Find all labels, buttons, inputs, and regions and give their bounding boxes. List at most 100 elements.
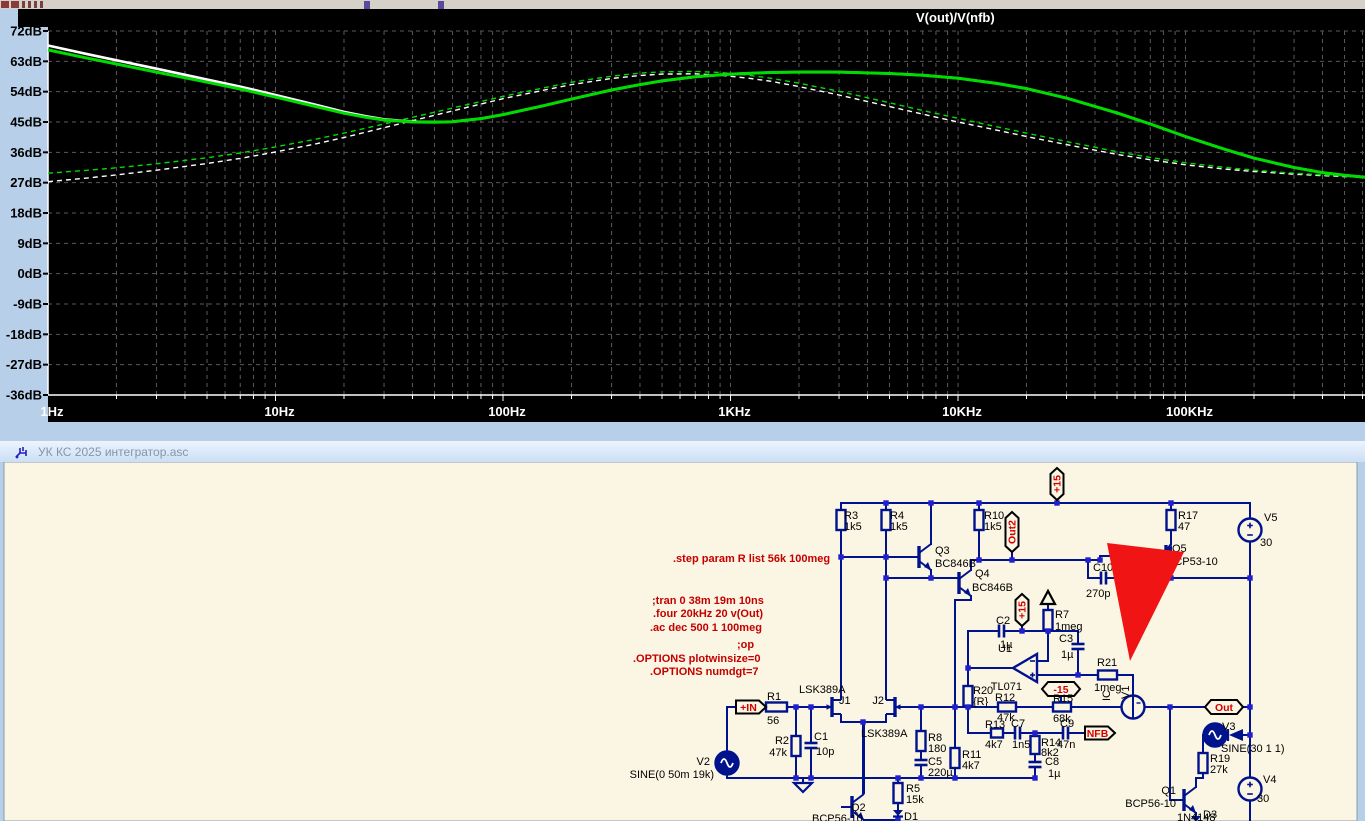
junction-dot [808,775,814,781]
y-tick-label: -27dB [6,357,42,372]
spice-directive[interactable]: .OPTIONS plotwinsize=0 [633,653,760,665]
junction-dot [883,500,889,506]
x-tick-label: 100Hz [488,404,526,419]
y-tick-label: 72dB [10,24,42,39]
svg-text:+15: +15 [1017,601,1029,619]
component-label: 4k7 [962,760,980,772]
component-V2[interactable] [714,750,740,776]
junction-dot [1032,775,1038,781]
component-label: C9 [1060,718,1074,730]
toolbar-icon[interactable] [364,1,370,9]
toolbar-icon[interactable] [1,1,9,8]
component-label: R1 [767,691,781,703]
spice-directive[interactable]: ;tran 0 38m 19m 10ns [652,595,764,607]
svg-text:NFB: NFB [1087,728,1109,740]
junction-dot [1247,704,1253,710]
component-label: 1µ [1048,768,1061,780]
component-label: SINE(0 50m 19k) [630,769,714,781]
y-tick-label: 9dB [17,236,42,251]
junction-dot [1085,557,1091,563]
component-label: V1 [1120,686,1132,699]
junction-dot [838,554,844,560]
component-label: 1k5 [890,521,908,533]
spice-directive[interactable]: ;op [737,639,754,651]
component-label: BCP56-10 [812,813,863,821]
component-label: 270p [1086,588,1110,600]
svg-text:Out: Out [1215,702,1234,714]
toolbar-icon[interactable] [438,1,444,9]
component-label: 4k7 [985,739,1003,751]
component-label: 1meg [1055,621,1083,633]
y-tick-label: 63dB [10,54,42,69]
junction-dot [1019,628,1025,634]
net-flag-+IN[interactable]: +IN [735,699,768,715]
x-tick-label: 1Hz [40,404,64,419]
spice-directive[interactable]: .four 20kHz 20 v(Out) [653,608,763,620]
spice-directive[interactable]: .OPTIONS numdgt=7 [650,666,758,678]
component-label: R12 [995,692,1015,704]
component-label: 1µ [1061,649,1074,661]
y-tick-label: -36dB [6,387,42,402]
component-label: BCP56-10 [1125,798,1176,810]
schematic-canvas[interactable]: +15+15Out2-15Out+INNFBR31k5R41k5R101k5R1… [0,462,1365,821]
schematic-titlebar[interactable]: УК КС 2025 интегратор.asc [0,441,1365,463]
junction-dot [928,575,934,581]
x-tick-label: 100KHz [1166,404,1213,419]
junction-dot [1247,732,1253,738]
junction-dot [1075,672,1081,678]
junction-dot [860,719,866,725]
component-label: 1k5 [844,521,862,533]
component-label: Q4 [975,568,990,580]
junction-dot [1247,575,1253,581]
junction-dot [883,554,889,560]
component-label: 1N4148 [1177,812,1216,821]
x-tick-label: 10Hz [264,404,295,419]
toolbar-strip[interactable] [0,0,1365,9]
y-tick-label: 27dB [10,175,42,190]
plot-trace-label[interactable]: V(out)/V(nfb) [916,10,995,25]
component-label: 15k [906,794,924,806]
junction-dot [793,704,799,710]
junction-dot [793,775,799,781]
waveform-window[interactable]: 72dB 63dB 54dB 45dB 36dB 27dB 18dB 9dB 0dB -9dB -1… [0,9,1365,441]
junction-dot [976,557,982,563]
component-label: C2 [996,615,1010,627]
component-label: 30 [1260,537,1272,549]
component-label: 47n [1057,739,1075,751]
component-label: 1k5 [984,521,1002,533]
component-label: V5 [1264,512,1277,524]
net-flag-NFB[interactable]: NFB [1084,725,1117,741]
component-label: V3 [1222,721,1235,733]
junction-dot [895,817,901,821]
y-tick-label: 45dB [10,114,42,129]
component-V5[interactable] [1237,517,1263,543]
junction-dot [808,704,814,710]
component-label: C10 [1093,562,1113,574]
schematic-sheet[interactable] [3,462,1358,821]
net-flag-Out[interactable]: Out [1203,699,1245,715]
waveform-pane[interactable] [48,27,1365,422]
spice-directive[interactable]: .ac dec 500 1 100meg [650,622,762,634]
y-tick-label: -18dB [6,327,42,342]
junction-dot [895,775,901,781]
component-label: 220µ [928,767,953,779]
component-label: C3 [1059,633,1073,645]
y-tick-label: 36dB [10,145,42,160]
component-label: C8 [1045,756,1059,768]
component-label: 180 [928,743,946,755]
component-label: 10p [816,746,834,758]
component-label: 47k [769,747,787,759]
spice-directive[interactable]: .step param R list 56k 100meg [673,553,830,565]
component-label: J1 [839,695,851,707]
component-label: D1 [904,811,918,821]
component-label: R7 [1055,609,1069,621]
component-label: {R} [973,696,989,708]
junction-dot [976,500,982,506]
junction-dot [883,575,889,581]
junction-dot [928,500,934,506]
component-label: BC846B [935,558,976,570]
component-label: 27k [1210,764,1228,776]
toolbar-icon[interactable] [11,1,19,8]
junction-dot [1032,730,1038,736]
toolbar-icon[interactable] [22,1,46,8]
